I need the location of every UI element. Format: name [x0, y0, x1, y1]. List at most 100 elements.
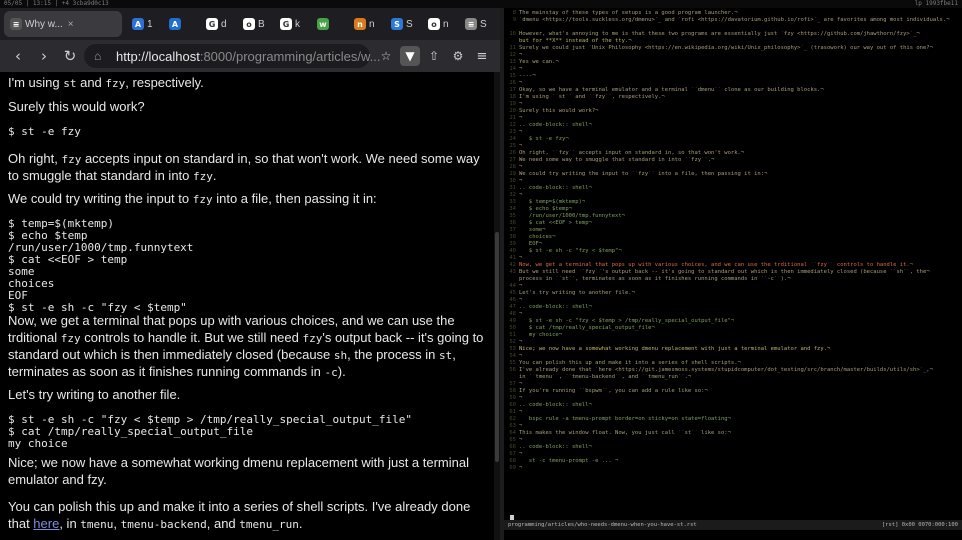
tab-label: n	[369, 18, 375, 30]
editor-line[interactable]: 58 If you're running ``bspwm``, you can a…	[504, 388, 962, 395]
tab-1[interactable]: A1	[126, 11, 162, 37]
editor-line[interactable]: 41 ¬	[504, 255, 962, 262]
editor-line[interactable]: 39 EOF¬	[504, 241, 962, 248]
editor-line[interactable]: 47.. code-block:: shell¬	[504, 304, 962, 311]
tab-2[interactable]: A	[163, 11, 199, 37]
editor-line[interactable]: 62 bspc rule -a tmenu-prompt border=on s…	[504, 416, 962, 423]
editor-line[interactable]: 46 ¬	[504, 297, 962, 304]
editor-line[interactable]: 42 Now, we get a terminal that pops up wi…	[504, 262, 962, 269]
editor-line[interactable]: 20 Surely this would work?¬	[504, 108, 962, 115]
line-number: 69	[509, 465, 516, 471]
editor-line[interactable]: 44 ¬	[504, 283, 962, 290]
editor-line[interactable]: 66.. code-block:: shell¬	[504, 444, 962, 451]
editor-line[interactable]: 45 Let's try writing to another file.¬	[504, 290, 962, 297]
editor-line[interactable]: 26 Oh right, ``fzy`` accepts input on sta…	[504, 150, 962, 157]
line-number: 33	[509, 199, 516, 205]
editor-line[interactable]: 50 $ cat /tmp/really_special_output_file…	[504, 325, 962, 332]
editor-line[interactable]: 14 ¬	[504, 66, 962, 73]
forward-button[interactable]: ›	[34, 46, 54, 66]
tab-6[interactable]: w	[311, 11, 347, 37]
line-text: .. code-block:: shell¬	[519, 122, 592, 128]
editor-line[interactable]: 13 Yes we can.¬	[504, 59, 962, 66]
editor-line[interactable]: 12 ¬	[504, 52, 962, 59]
editor-line[interactable]: 37 some¬	[504, 227, 962, 234]
editor-line[interactable]: 48 ¬	[504, 311, 962, 318]
editor-line[interactable]: 34 $ echo $temp¬	[504, 206, 962, 213]
line-text: my choice¬	[519, 332, 563, 338]
star-icon[interactable]: ☆	[376, 46, 396, 66]
line-number: 48	[509, 311, 516, 317]
editor-line[interactable]: 10 However, what's annoying to me is that…	[504, 31, 962, 38]
editor-line[interactable]: 52 ¬	[504, 339, 962, 346]
editor-line[interactable]: 54 ¬	[504, 353, 962, 360]
editor-line[interactable]: 64 This makes the window float. Now, you …	[504, 430, 962, 437]
editor-line[interactable]: 9 `dmenu <https://tools.suckless.org/dmen…	[504, 17, 962, 24]
editor-line[interactable]: 35 /run/user/1000/tmp.funnytext¬	[504, 213, 962, 220]
editor-line[interactable]: 65 ¬	[504, 437, 962, 444]
scrollbar-thumb[interactable]	[495, 232, 499, 462]
text-editor[interactable]: 8 The mainstay of these types of setups i…	[504, 8, 962, 540]
editor-line[interactable]: 56 I've already done that `here <https://…	[504, 367, 962, 374]
editor-line[interactable]: in ``tmenu``, ``tmenu-backend``, and ``t…	[504, 374, 962, 381]
editor-line[interactable]: 51 my choice¬	[504, 332, 962, 339]
editor-line[interactable]: 17 Okay, so we have a terminal emulator a…	[504, 87, 962, 94]
tab-active[interactable]: ≡ Why w... ×	[4, 11, 122, 37]
editor-line[interactable]: 60.. code-block:: shell¬	[504, 402, 962, 409]
back-button[interactable]: ‹	[8, 46, 28, 66]
editor-line[interactable]: 28 ¬	[504, 164, 962, 171]
here-link[interactable]: here	[33, 516, 59, 531]
tab-9[interactable]: on	[422, 11, 458, 37]
editor-line[interactable]: 11 Surely we could just `Unix Philosophy …	[504, 45, 962, 52]
editor-line[interactable]: 31.. code-block:: shell¬	[504, 185, 962, 192]
editor-line[interactable]: but for **X** instead of the tty.¬	[504, 38, 962, 45]
editor-line[interactable]: 49 $ st -e sh -c "fzy < $temp > /tmp/rea…	[504, 318, 962, 325]
editor-line[interactable]: 59 ¬	[504, 395, 962, 402]
editor-line[interactable]: 53 Nice; we now have a somewhat working d…	[504, 346, 962, 353]
menu-icon[interactable]: ≡	[472, 46, 492, 66]
editor-line[interactable]: 40 $ st -e sh -c "fzy < $temp"¬	[504, 248, 962, 255]
editor-line[interactable]: 55 You can polish this up and make it int…	[504, 360, 962, 367]
tab-4[interactable]: oB	[237, 11, 273, 37]
editor-line[interactable]: 61 ¬	[504, 409, 962, 416]
editor-line[interactable]: 21 ¬	[504, 115, 962, 122]
editor-line[interactable]: 57 ¬	[504, 381, 962, 388]
url-bar[interactable]: ⌂ http://localhost:8000/programming/arti…	[84, 44, 380, 68]
shield-icon[interactable]: ▼	[400, 46, 420, 66]
editor-line[interactable]: 22.. code-block:: shell¬	[504, 122, 962, 129]
editor-line[interactable]: 69 ¬	[504, 465, 962, 472]
editor-line[interactable]: 16 ¬	[504, 80, 962, 87]
editor-line[interactable]: 36 $ cat <<EOF > temp¬	[504, 220, 962, 227]
tab-5[interactable]: Gk	[274, 11, 310, 37]
extensions-icon[interactable]: ⚙	[448, 46, 468, 66]
editor-line[interactable]: 18 I'm using ``st`` and ``fzy``, respecti…	[504, 94, 962, 101]
close-tab-icon[interactable]: ×	[68, 19, 74, 30]
editor-line[interactable]: 24 $ st -e fzy¬	[504, 136, 962, 143]
editor-line[interactable]: 38 choices¬	[504, 234, 962, 241]
line-number: 38	[509, 234, 516, 240]
editor-line[interactable]: 23 ¬	[504, 129, 962, 136]
tab-7[interactable]: nn	[348, 11, 384, 37]
tab-3[interactable]: Gd	[200, 11, 236, 37]
editor-line[interactable]: 30 ¬	[504, 178, 962, 185]
editor-line[interactable]: 15 ----¬	[504, 73, 962, 80]
editor-line[interactable]: 29 We could try writing the input to ``fz…	[504, 171, 962, 178]
line-number: 36	[509, 220, 516, 226]
bookmark-icon[interactable]: ⌂	[94, 49, 101, 63]
share-icon[interactable]: ⇧	[424, 46, 444, 66]
editor-line[interactable]: 43 But we still need ``fzy``'s output bac…	[504, 269, 962, 276]
editor-line[interactable]	[504, 24, 962, 31]
reload-button[interactable]: ↻	[60, 46, 80, 66]
editor-line[interactable]: 67 ¬	[504, 451, 962, 458]
editor-line[interactable]: 32 ¬	[504, 192, 962, 199]
editor-line[interactable]: process in ``st``, terminates as soon as…	[504, 276, 962, 283]
tab-8[interactable]: SS	[385, 11, 421, 37]
editor-line[interactable]: 19 ¬	[504, 101, 962, 108]
editor-line[interactable]: 63 ¬	[504, 423, 962, 430]
line-text: ¬	[519, 129, 523, 135]
editor-line[interactable]: 25 ¬	[504, 143, 962, 150]
editor-line[interactable]: 68 st -c tmenu-prompt -e ... ¬	[504, 458, 962, 465]
editor-line[interactable]: 8 The mainstay of these types of setups i…	[504, 10, 962, 17]
editor-line[interactable]: 27 We need some way to smuggle that stand…	[504, 157, 962, 164]
tab-10[interactable]: ≡ S	[459, 11, 495, 37]
editor-line[interactable]: 33 $ temp=$(mktemp)¬	[504, 199, 962, 206]
